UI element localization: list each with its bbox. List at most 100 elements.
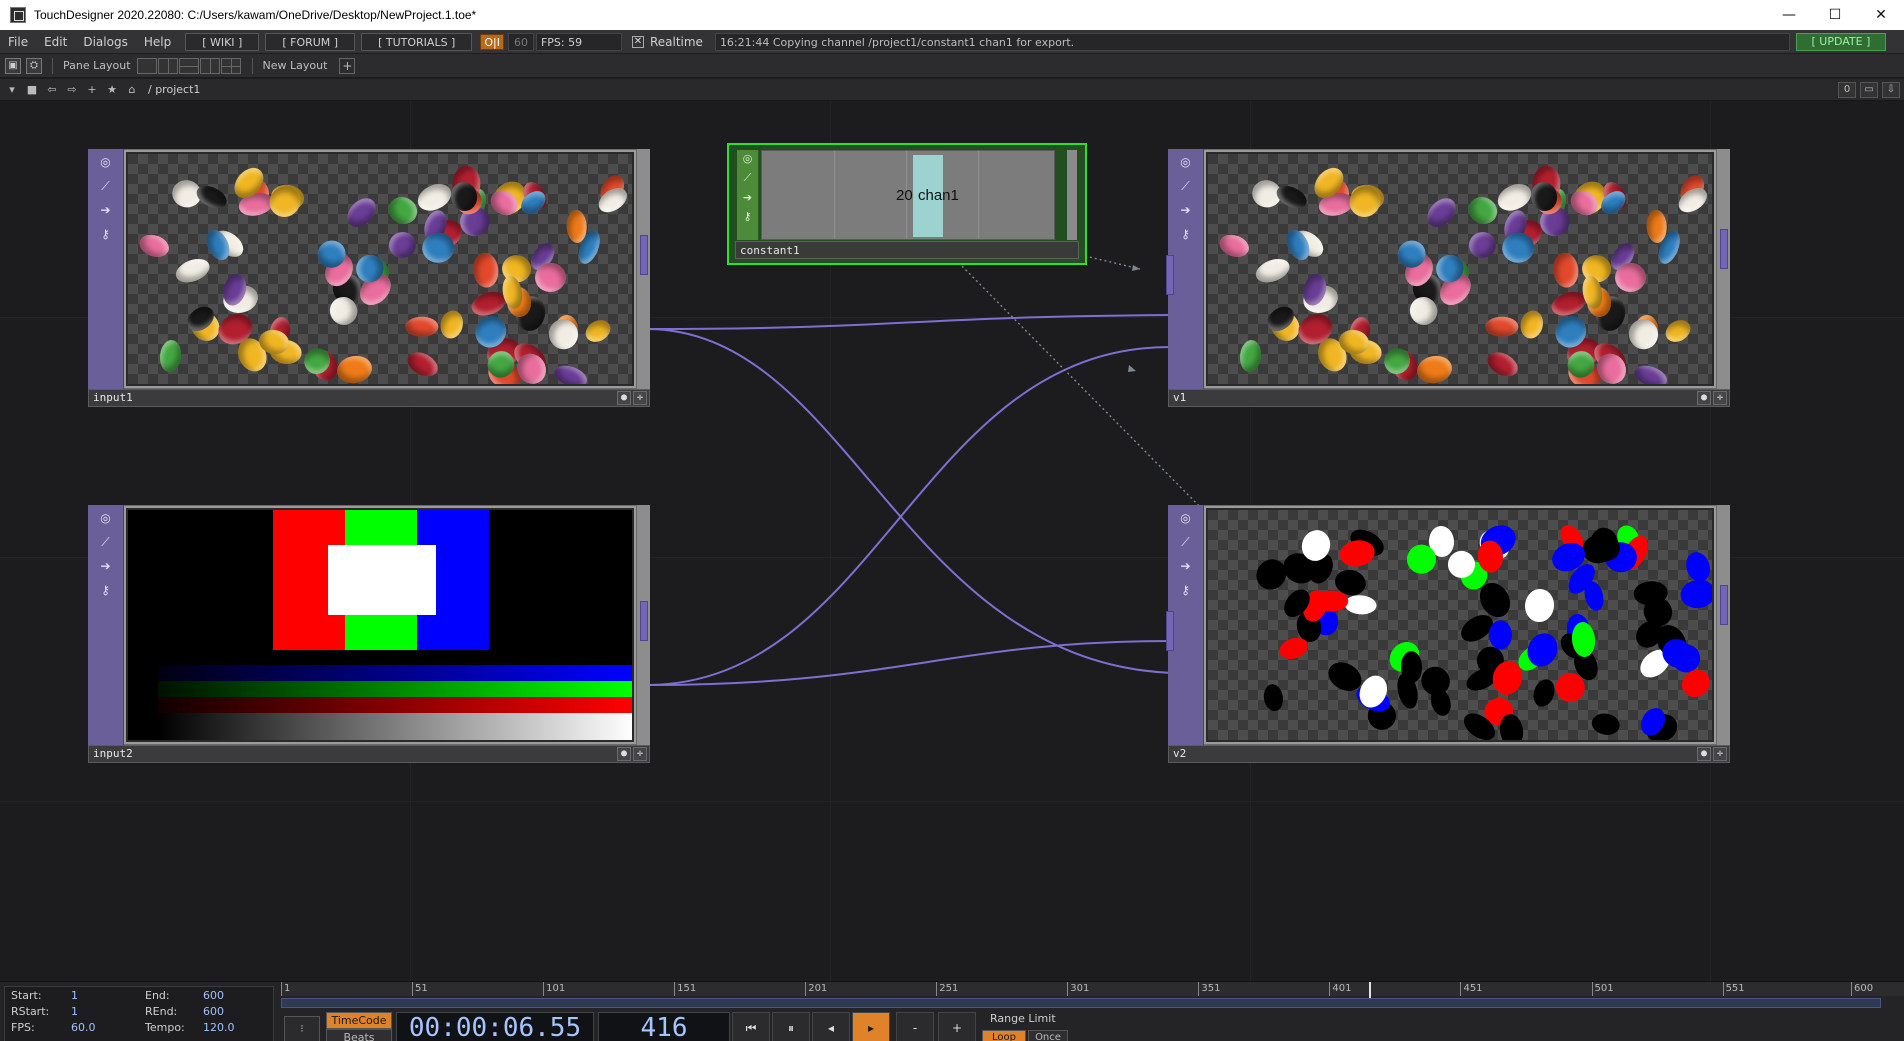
- once-button[interactable]: Once: [1028, 1030, 1068, 1041]
- start-value[interactable]: 1: [71, 989, 78, 1002]
- pane-network-icon[interactable]: ⛭: [26, 57, 42, 74]
- tutorials-button[interactable]: [ TUTORIALS ]: [361, 32, 473, 51]
- lock-icon[interactable]: ⚷: [1178, 582, 1194, 598]
- node-label[interactable]: constant1: [735, 241, 1079, 259]
- expand-icon[interactable]: ✛: [1713, 747, 1727, 761]
- menu-dialogs[interactable]: Dialogs: [75, 35, 135, 49]
- lock-icon[interactable]: ⚷: [737, 210, 758, 223]
- output-connector[interactable]: [640, 235, 648, 275]
- bypass-icon[interactable]: ⟋: [98, 178, 114, 194]
- add-icon[interactable]: +: [84, 82, 100, 98]
- timeline-ruler[interactable]: 1 51 101 151 201 251 301 351 401 451 501 551 600: [281, 982, 1904, 998]
- wire-input1-v2[interactable]: [647, 328, 1173, 674]
- network-editor[interactable]: ◎ ⟋ ➔ ⚷ input1 ● ✛ ◎ ⟋ ➔ ⚷ input2 ● ✛ ◎ …: [0, 101, 1904, 981]
- forward-arrow-icon[interactable]: ⇨: [64, 82, 80, 98]
- fps-value[interactable]: 60.0: [71, 1021, 96, 1034]
- viewer-toggle-icon[interactable]: ●: [1697, 391, 1711, 405]
- frame-readout[interactable]: 416: [598, 1012, 730, 1041]
- back-arrow-icon[interactable]: ⇦: [44, 82, 60, 98]
- output-connector[interactable]: [640, 601, 648, 641]
- timecode-button[interactable]: TimeCode: [326, 1012, 392, 1029]
- viewer-toggle-icon[interactable]: ●: [617, 747, 631, 761]
- node-label[interactable]: input2 ● ✛: [88, 745, 650, 763]
- bypass-icon[interactable]: ⟋: [1178, 534, 1194, 550]
- display-icon[interactable]: ➔: [1178, 558, 1194, 574]
- viewer-icon[interactable]: ◎: [98, 154, 114, 170]
- viewer-icon[interactable]: ◎: [98, 510, 114, 526]
- home-icon[interactable]: ⌂: [124, 82, 140, 98]
- node-constant1[interactable]: ◎ ⟋ ➔ ⚷ 20 chan1 constant1: [727, 143, 1087, 265]
- realtime-checkbox[interactable]: ✕: [631, 35, 644, 48]
- lock-icon[interactable]: ⚷: [98, 226, 114, 242]
- display-icon[interactable]: ➔: [98, 558, 114, 574]
- forum-button[interactable]: [ FORUM ]: [265, 32, 356, 51]
- pause-button[interactable]: ⏸: [772, 1012, 810, 1041]
- update-button[interactable]: [ UPDATE ]: [1795, 32, 1886, 51]
- wire-input1-v1[interactable]: [647, 314, 1173, 330]
- node-v1[interactable]: ◎ ⟋ ➔ ⚷ v1 ● ✛: [1166, 149, 1730, 407]
- new-layout-plus-icon[interactable]: +: [339, 57, 356, 74]
- viewer-icon[interactable]: ◎: [1178, 510, 1194, 526]
- oi-toggle[interactable]: O|I: [480, 33, 504, 50]
- node-label[interactable]: v1 ● ✛: [1168, 389, 1730, 407]
- star-icon[interactable]: ★: [104, 82, 120, 98]
- display-icon[interactable]: ➔: [737, 191, 758, 204]
- expand-icon[interactable]: ✛: [1713, 391, 1727, 405]
- play-button[interactable]: ▸: [852, 1012, 890, 1041]
- timeline-range-track[interactable]: [281, 998, 1881, 1008]
- window-icon[interactable]: ▭: [1860, 82, 1878, 98]
- rstart-value[interactable]: 1: [71, 1005, 78, 1018]
- maximize-button[interactable]: ☐: [1812, 0, 1858, 30]
- pane-type-icon[interactable]: ▣: [5, 57, 21, 74]
- menu-file[interactable]: File: [0, 35, 36, 49]
- timeline-options-button[interactable]: ⁝: [284, 1016, 320, 1041]
- input-connector[interactable]: [1166, 255, 1174, 295]
- display-icon[interactable]: ➔: [98, 202, 114, 218]
- zero-field[interactable]: 0: [1838, 82, 1856, 98]
- timecode-readout[interactable]: 00:00:06.55: [396, 1012, 594, 1041]
- bypass-icon[interactable]: ⟋: [1178, 178, 1194, 194]
- layout-quad-button[interactable]: [220, 57, 241, 74]
- wiki-button[interactable]: [ WIKI ]: [185, 32, 260, 51]
- stop-icon[interactable]: ■: [24, 82, 40, 98]
- output-connector[interactable]: [1720, 229, 1728, 269]
- speed-down-button[interactable]: -: [896, 1012, 934, 1041]
- close-button[interactable]: ✕: [1858, 0, 1904, 30]
- viewer-toggle-icon[interactable]: ●: [1697, 747, 1711, 761]
- minimize-button[interactable]: —: [1766, 0, 1812, 30]
- output-connector[interactable]: [1720, 585, 1728, 625]
- rend-value[interactable]: 600: [203, 1005, 224, 1018]
- expand-icon[interactable]: ✛: [633, 747, 647, 761]
- fps-target-field[interactable]: 60: [507, 32, 534, 51]
- end-value[interactable]: 600: [203, 989, 224, 1002]
- chevron-down-icon[interactable]: ▾: [4, 82, 20, 98]
- display-icon[interactable]: ➔: [1178, 202, 1194, 218]
- bypass-icon[interactable]: ⟋: [737, 171, 758, 185]
- viewer-toggle-icon[interactable]: ●: [617, 391, 631, 405]
- beats-button[interactable]: Beats: [326, 1029, 392, 1041]
- layout-split-horizontal-button[interactable]: [178, 57, 199, 74]
- tempo-value[interactable]: 120.0: [203, 1021, 235, 1034]
- node-v2[interactable]: ◎ ⟋ ➔ ⚷ v2 ● ✛: [1166, 505, 1730, 763]
- node-label[interactable]: input1 ● ✛: [88, 389, 650, 407]
- layout-split-vertical-button[interactable]: [157, 57, 178, 74]
- input-connector[interactable]: [1166, 611, 1174, 651]
- network-path[interactable]: / project1: [148, 83, 200, 96]
- step-back-button[interactable]: ◂: [812, 1012, 850, 1041]
- layout-three-button[interactable]: [199, 57, 220, 74]
- lock-icon[interactable]: ⚷: [98, 582, 114, 598]
- node-label[interactable]: v2 ● ✛: [1168, 745, 1730, 763]
- viewer-icon[interactable]: ◎: [1178, 154, 1194, 170]
- bypass-icon[interactable]: ⟋: [98, 534, 114, 550]
- node-input2[interactable]: ◎ ⟋ ➔ ⚷ input2 ● ✛: [88, 505, 650, 763]
- wire-input2-v1[interactable]: [647, 345, 1173, 686]
- rewind-button[interactable]: ⏮: [732, 1012, 770, 1041]
- loop-button[interactable]: Loop: [982, 1030, 1026, 1041]
- menu-edit[interactable]: Edit: [36, 35, 75, 49]
- menu-help[interactable]: Help: [136, 35, 179, 49]
- lock-icon[interactable]: ⚷: [1178, 226, 1194, 242]
- speed-up-button[interactable]: +: [938, 1012, 976, 1041]
- node-input1[interactable]: ◎ ⟋ ➔ ⚷ input1 ● ✛: [88, 149, 650, 407]
- export-icon[interactable]: ⇩: [1882, 82, 1900, 98]
- wire-input2-v2[interactable]: [647, 640, 1173, 686]
